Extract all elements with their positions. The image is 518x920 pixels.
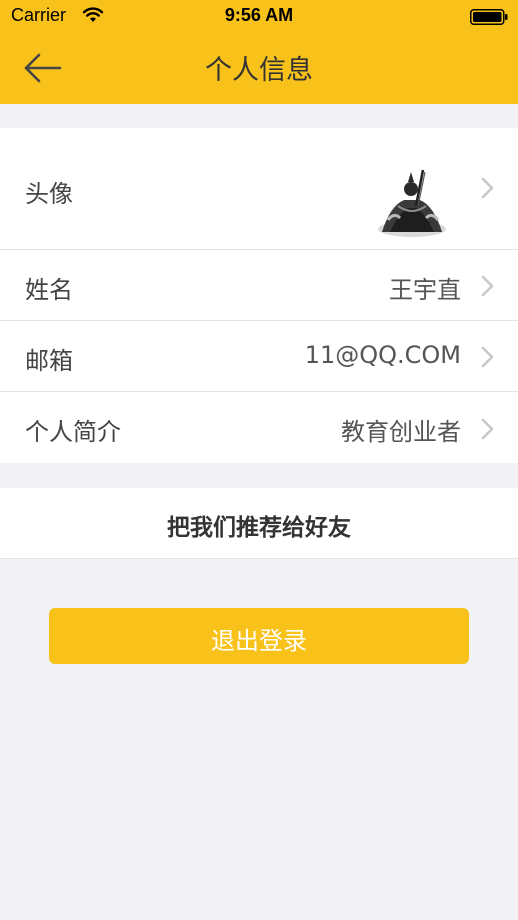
name-row[interactable]: 姓名 王宇直 <box>0 250 518 321</box>
logout-label: 退出登录 <box>211 627 307 655</box>
battery-full-icon <box>470 9 508 25</box>
avatar <box>368 162 456 238</box>
bio-row[interactable]: 个人简介 教育创业者 <box>0 392 518 463</box>
clock-time: 9:56 AM <box>224 5 294 25</box>
chevron-right-icon <box>481 177 494 199</box>
email-label: 邮箱 <box>25 347 73 375</box>
name-label: 姓名 <box>25 276 73 304</box>
page-title: 个人信息 <box>205 55 313 86</box>
profile-info-group: 头像 姓名 王宇直 邮箱 11@QQ.COM 个人简介 教育创业者 <box>0 128 518 463</box>
logout-button[interactable]: 退出登录 <box>49 608 469 664</box>
bio-label: 个人简介 <box>25 418 121 446</box>
chevron-right-icon <box>481 346 494 368</box>
email-value: 11@QQ.COM <box>304 341 461 369</box>
avatar-row[interactable]: 头像 <box>0 128 518 250</box>
chevron-right-icon <box>481 275 494 297</box>
navigation-bar: 个人信息 <box>0 34 518 104</box>
name-value: 王宇直 <box>389 276 461 304</box>
email-row[interactable]: 邮箱 11@QQ.COM <box>0 321 518 392</box>
recommend-to-friends-button[interactable]: 把我们推荐给好友 <box>0 488 518 559</box>
bio-value: 教育创业者 <box>341 418 461 446</box>
recommend-label: 把我们推荐给好友 <box>167 515 351 541</box>
chevron-right-icon <box>481 418 494 440</box>
status-bar: Carrier 9:56 AM <box>0 0 518 34</box>
avatar-label: 头像 <box>25 180 73 208</box>
